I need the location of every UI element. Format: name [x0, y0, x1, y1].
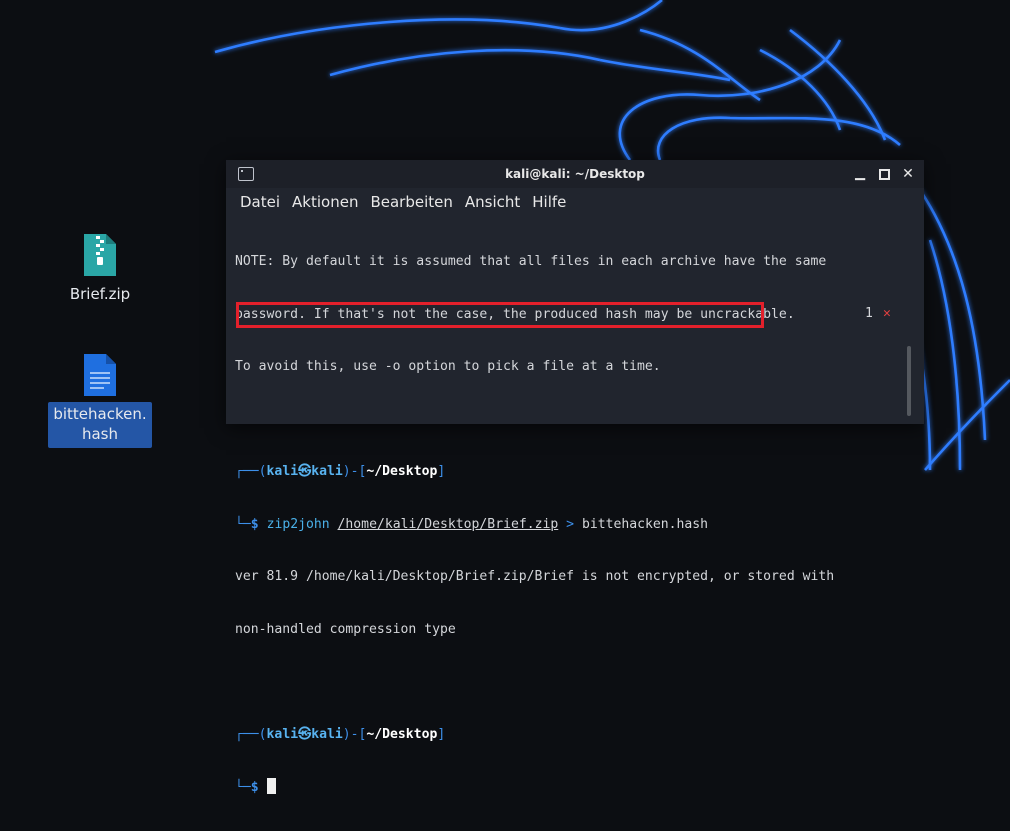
document-icon — [84, 354, 116, 396]
error-x-icon: ✕ — [883, 306, 891, 321]
minimize-button[interactable]: ▁ — [850, 160, 870, 188]
text-cursor — [266, 778, 276, 794]
terminal-icon — [238, 167, 254, 181]
prompt-host: kali — [311, 726, 343, 742]
window-title: kali@kali: ~/Desktop — [505, 167, 645, 181]
prompt-symbol: $ — [250, 516, 259, 532]
maximize-button[interactable] — [874, 160, 894, 188]
desktop-icon-label: bittehacken.hash — [48, 402, 152, 448]
prompt-line: ┌──(kali㉿kali)-[~/Desktop] — [235, 726, 446, 742]
input-line[interactable]: └─$ — [235, 778, 905, 796]
menu-hilfe[interactable]: Hilfe — [526, 188, 572, 216]
prompt-host: kali — [311, 464, 343, 479]
close-button[interactable]: ✕ — [898, 160, 918, 188]
prompt-user: kali — [266, 464, 299, 479]
scrollbar[interactable] — [907, 346, 911, 416]
title-bar[interactable]: kali@kali: ~/Desktop ▁ ✕ — [226, 160, 924, 188]
prompt-user: kali — [266, 726, 299, 742]
command-program: zip2john — [266, 516, 330, 532]
menu-bar: Datei Aktionen Bearbeiten Ansicht Hilfe — [226, 188, 924, 216]
output-line: NOTE: By default it is assumed that all … — [235, 254, 827, 269]
output-line: ver 81.9 /home/kali/Desktop/Brief.zip/Br… — [235, 569, 835, 584]
desktop-icon-bittehacken-hash[interactable]: bittehacken.hash — [46, 352, 154, 448]
output-line: To avoid this, use -o option to pick a f… — [235, 359, 661, 374]
exit-code: 1 — [865, 306, 873, 321]
desktop-icon-brief-zip[interactable]: Brief.zip — [46, 232, 154, 306]
menu-bearbeiten[interactable]: Bearbeiten — [364, 188, 458, 216]
output-line: non-handled compression type — [235, 621, 456, 637]
prompt-symbol: $ — [250, 780, 259, 795]
menu-ansicht[interactable]: Ansicht — [459, 188, 526, 216]
command-redirect: > — [566, 516, 575, 532]
prompt-line: ┌──(kali㉿kali)-[~/Desktop] — [235, 464, 446, 479]
zip-file-icon — [84, 234, 116, 276]
menu-datei[interactable]: Datei — [234, 188, 286, 216]
command-output-file: bittehacken.hash — [581, 516, 709, 532]
prompt-dir: ~/Desktop — [366, 726, 438, 742]
menu-aktionen[interactable]: Aktionen — [286, 188, 364, 216]
command-arg: /home/kali/Desktop/Brief.zip — [337, 516, 559, 532]
prompt-dir: ~/Desktop — [366, 464, 438, 479]
desktop-icon-label: Brief.zip — [69, 285, 131, 303]
terminal-window[interactable]: kali@kali: ~/Desktop ▁ ✕ Datei Aktionen … — [226, 160, 924, 795]
command-highlight-box — [236, 302, 764, 328]
command-line: └─$ zip2john /home/kali/Desktop/Brief.zi… — [235, 516, 709, 532]
